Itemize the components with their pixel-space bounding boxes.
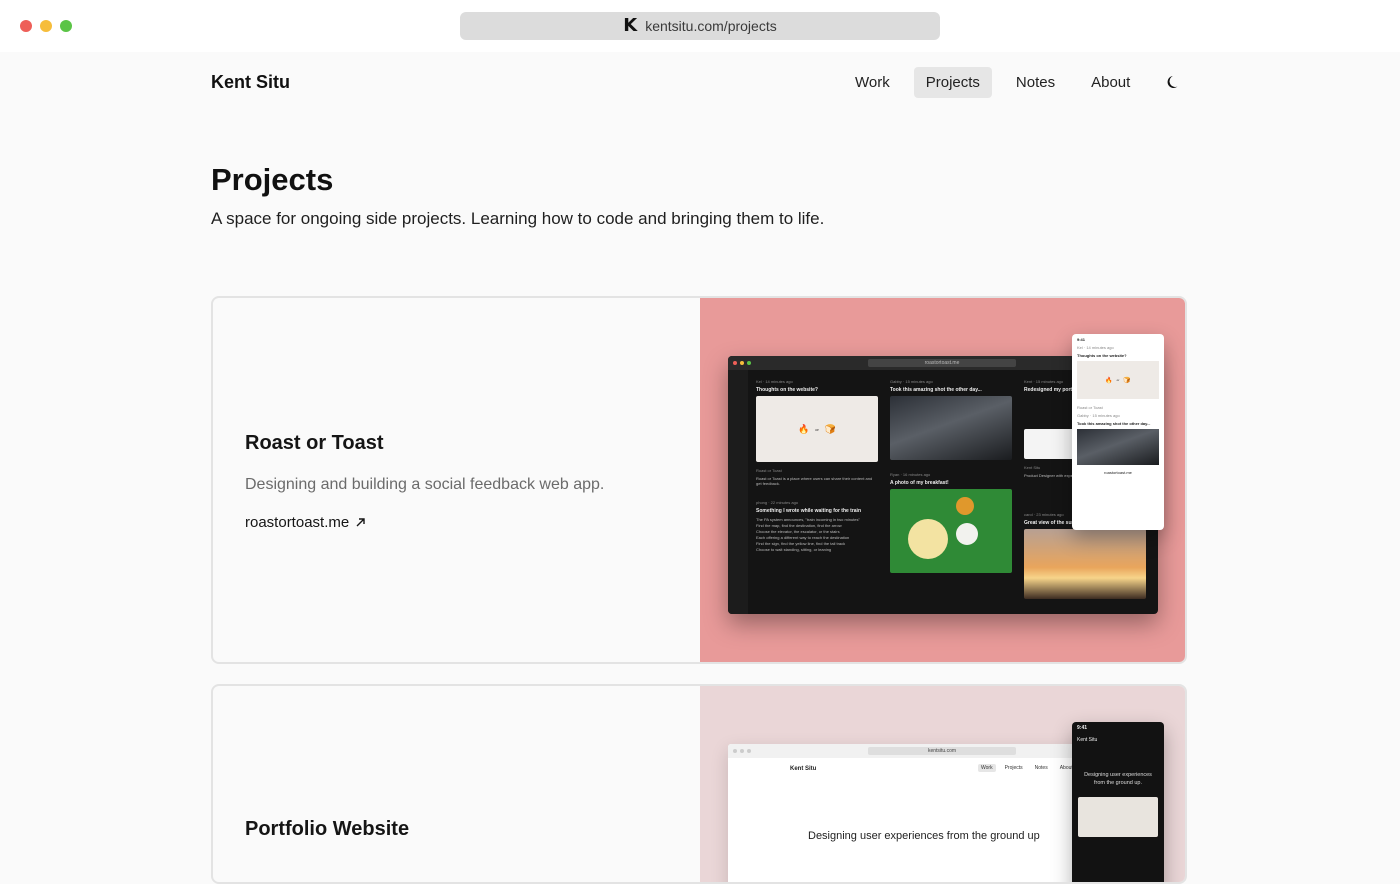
project-preview: roastortoast.me Kel · 14 minutes ago Tho… [700, 298, 1185, 662]
nav-item-work[interactable]: Work [843, 67, 902, 98]
project-preview: kentsitu.com Kent Situ Work Projects Not… [700, 686, 1185, 882]
post-title: Thoughts on the website? [756, 387, 818, 393]
night-sky-image [1077, 429, 1159, 465]
project-link-label: roastortoast.me [245, 514, 350, 531]
project-link[interactable]: roastortoast.me [245, 514, 366, 531]
moon-icon[interactable] [1163, 72, 1183, 92]
night-sky-image [890, 396, 1012, 460]
sunset-image [1024, 529, 1146, 599]
post-title: Took this amazing shot the other day... [890, 387, 982, 393]
site-favicon-icon: K [623, 15, 638, 36]
nav-item-projects[interactable]: Projects [913, 67, 992, 98]
nav-item-notes[interactable]: Notes [1004, 67, 1067, 98]
breakfast-image [890, 489, 1012, 573]
mockup-url: kentsitu.com [868, 747, 1016, 755]
nav-item-about[interactable]: About [1079, 67, 1142, 98]
post-text: Roast or Toast is a place where users ca… [756, 476, 873, 486]
mockup-nav: Work Projects Notes About [978, 764, 1076, 772]
post-title: A photo of my breakfast! [890, 480, 949, 486]
window-controls [20, 20, 72, 32]
close-window-button[interactable] [20, 20, 32, 32]
phone-photo [1078, 797, 1158, 837]
post-meta: Kel · 14 minutes ago [756, 379, 793, 384]
project-card-portfolio-website[interactable]: Portfolio Website kentsitu.com Kent Situ… [211, 684, 1187, 884]
page-description: A space for ongoing side projects. Learn… [211, 209, 825, 228]
post-meta: Ryan · 16 minutes ago [890, 472, 931, 477]
post-meta: phong · 22 minutes ago [756, 500, 799, 505]
project-title: Roast or Toast [245, 432, 384, 454]
desktop-mockup: kentsitu.com Kent Situ Work Projects Not… [728, 744, 1108, 882]
project-card-info: Roast or Toast Designing and building a … [213, 298, 700, 662]
post-title: Thoughts on the website? [1077, 353, 1127, 358]
browser-chrome: K kentsitu.com/projects [0, 0, 1400, 52]
fire-toast-image: 🔥 or 🍞 [756, 396, 878, 462]
phone-time: 9:41 [1077, 337, 1086, 342]
page-title: Projects [211, 162, 334, 197]
project-title: Portfolio Website [245, 818, 410, 840]
post-meta: Kel · 14 minutes ago [1077, 345, 1114, 350]
project-card-info: Portfolio Website [213, 686, 700, 882]
post-meta: Roast or Toast [1077, 405, 1103, 410]
post-title: Took this amazing shot the other day... [1077, 421, 1151, 426]
post-meta: Gabby · 15 minutes ago [1077, 413, 1120, 418]
phone-mockup: 9:41 Kel · 14 minutes ago Thoughts on th… [1072, 334, 1164, 530]
project-card-roast-or-toast[interactable]: Roast or Toast Designing and building a … [211, 296, 1187, 664]
project-description: Designing and building a social feedback… [245, 476, 605, 493]
mockup-url: roastortoast.me [868, 359, 1016, 367]
arrow-up-right-icon [356, 518, 365, 527]
phone-headline: Designing user experiences from the grou… [1084, 772, 1152, 786]
phone-time: 9:41 [1077, 725, 1088, 731]
minimize-window-button[interactable] [40, 20, 52, 32]
phone-url: roastortoast.me [1104, 470, 1132, 475]
mockup-brand: Kent Situ [790, 766, 817, 772]
maximize-window-button[interactable] [60, 20, 72, 32]
mockup-sidebar [728, 370, 748, 614]
mockup-headline: Designing user experiences from the grou… [808, 830, 1040, 842]
address-bar[interactable]: K kentsitu.com/projects [460, 12, 940, 40]
phone-mockup: 9:41 Kent Situ Designing user experience… [1072, 722, 1164, 882]
site-brand-link[interactable]: Kent Situ [211, 72, 290, 93]
post-meta: Gabby · 15 minutes ago [890, 379, 933, 384]
main-nav: Work Projects Notes About [843, 67, 1154, 98]
mockup-feed-column: Gabby · 15 minutes ago Took this amazing… [886, 376, 1016, 614]
post-title: Something I wrote while waiting for the … [756, 508, 862, 514]
site-header: Kent Situ Work Projects Notes About [0, 52, 1400, 112]
fire-toast-image: 🔥 or 🍞 [1077, 361, 1159, 399]
mockup-feed-column: Kel · 14 minutes ago Thoughts on the web… [752, 376, 882, 614]
phone-brand: Kent Situ [1077, 737, 1098, 743]
post-meta: Roast or Toast [756, 468, 782, 473]
mockup-browser-bar: kentsitu.com [728, 744, 1108, 758]
address-bar-url: kentsitu.com/projects [645, 18, 777, 34]
